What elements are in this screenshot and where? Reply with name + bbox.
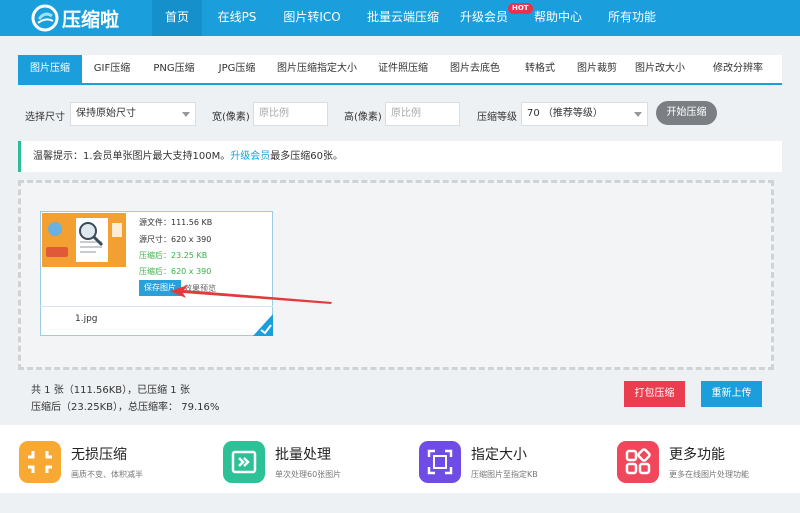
compressed-size: 压缩后：23.25 KB: [139, 251, 208, 260]
tab-resolution[interactable]: 修改分辨率: [702, 55, 774, 83]
nav-online-ps[interactable]: 在线PS: [212, 0, 262, 36]
tab-convert[interactable]: 转格式: [518, 55, 562, 83]
feature-title-batch[interactable]: 批量处理: [275, 444, 331, 464]
size-label: 选择尺寸: [25, 112, 65, 123]
level-label: 压缩等级: [477, 112, 517, 123]
feature-title-lossless[interactable]: 无损压缩: [71, 444, 127, 464]
feature-title-size[interactable]: 指定大小: [471, 444, 527, 464]
nav-home[interactable]: 首页: [152, 0, 202, 36]
source-size: 源文件：111.56 KB: [139, 218, 213, 227]
level-select[interactable]: 70 （推荐等级）: [521, 102, 648, 126]
stats-total: 共 1 张（111.56KB），已压缩 1 张: [31, 385, 190, 396]
checkmark-icon: [253, 314, 273, 336]
thumbnail-image: [42, 213, 126, 267]
compress-icon: [19, 441, 61, 483]
notice-suffix: 最多压缩60张。: [270, 151, 343, 162]
upgrade-link[interactable]: 升级会员: [230, 151, 270, 162]
resize-icon: [419, 441, 461, 483]
card-divider: [40, 306, 273, 307]
compressed-dims: 压缩后：620 x 390: [139, 267, 212, 276]
height-label: 高(像素): [344, 112, 382, 123]
tab-jpg[interactable]: JPG压缩: [208, 55, 266, 83]
pack-compress-button[interactable]: 打包压缩: [624, 381, 685, 407]
tab-image-compress[interactable]: 图片压缩: [18, 55, 82, 83]
nav-upgrade[interactable]: 升级会员: [458, 0, 510, 36]
tab-crop[interactable]: 图片裁剪: [572, 55, 622, 83]
nav-batch-cloud[interactable]: 批量云端压缩: [362, 0, 444, 36]
feature-title-more[interactable]: 更多功能: [669, 444, 725, 464]
logo-icon[interactable]: [30, 3, 60, 33]
reupload-button[interactable]: 重新上传: [701, 381, 762, 407]
source-dims: 源尺寸：620 x 390: [139, 235, 212, 244]
start-compress-button[interactable]: 开始压缩: [656, 101, 717, 125]
width-input[interactable]: 原比例: [253, 102, 328, 126]
tab-id-photo[interactable]: 证件照压缩: [372, 55, 434, 83]
top-nav: 压缩啦 首页 在线PS 图片转ICO 批量云端压缩 升级会员 HOT 帮助中心 …: [0, 0, 800, 36]
nav-all-features[interactable]: 所有功能: [606, 0, 658, 36]
brand-name[interactable]: 压缩啦: [62, 5, 119, 32]
width-label: 宽(像素): [212, 112, 250, 123]
hot-badge: HOT: [508, 3, 533, 14]
batch-icon: [223, 441, 265, 483]
tab-remove-bg[interactable]: 图片去底色: [444, 55, 506, 83]
tab-png[interactable]: PNG压缩: [144, 55, 204, 83]
tab-target-size[interactable]: 图片压缩指定大小: [274, 55, 360, 83]
apps-icon: [617, 441, 659, 483]
size-select[interactable]: 保持原始尺寸: [70, 102, 196, 126]
feature-desc-size: 压缩图片至指定KB: [471, 470, 538, 479]
notice-bar: 温馨提示：1.会员单张图片最大支持100M。升级会员最多压缩60张。: [18, 141, 782, 172]
file-name: 1.jpg: [75, 314, 98, 324]
stats-compressed: 压缩后（23.25KB），总压缩率： 79.16%: [31, 402, 220, 413]
height-input[interactable]: 原比例: [385, 102, 460, 126]
nav-help[interactable]: 帮助中心: [532, 0, 584, 36]
chevron-down-icon: [634, 112, 642, 117]
tab-resize[interactable]: 图片改大小: [630, 55, 690, 83]
tool-tabs: 图片压缩 GIF压缩 PNG压缩 JPG压缩 图片压缩指定大小 证件照压缩 图片…: [18, 55, 782, 85]
feature-desc-more: 更多在线图片处理功能: [669, 470, 749, 479]
tab-gif[interactable]: GIF压缩: [84, 55, 140, 83]
nav-to-ico[interactable]: 图片转ICO: [278, 0, 346, 36]
notice-prefix: 温馨提示：1.会员单张图片最大支持100M。: [33, 151, 231, 162]
red-arrow-annotation: [170, 285, 332, 304]
chevron-down-icon: [182, 112, 190, 117]
feature-desc-lossless: 画质不变、体积减半: [71, 470, 143, 479]
file-thumbnail: [42, 213, 126, 267]
feature-desc-batch: 单次处理60张图片: [275, 470, 342, 479]
